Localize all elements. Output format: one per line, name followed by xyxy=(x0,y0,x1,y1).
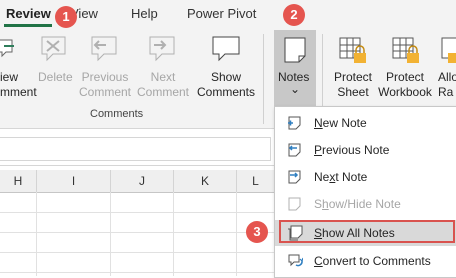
chevron-down-icon: ⌄ xyxy=(290,82,301,96)
delete-button[interactable]: Delete xyxy=(38,70,73,85)
tab-review[interactable]: Review xyxy=(6,6,51,21)
tab-power-pivot[interactable]: Power Pivot xyxy=(187,6,256,21)
previous-note-label-rest: revious Note xyxy=(322,143,390,157)
next-note-label: Next Note xyxy=(314,170,367,184)
tab-help[interactable]: Help xyxy=(131,6,158,21)
previous-comment-label-1: Previous xyxy=(81,70,129,84)
previous-comment-label-2: Comment xyxy=(78,85,131,99)
show-hide-note-label-rest: ow/Hide Note xyxy=(328,197,401,211)
gridline xyxy=(0,272,274,273)
show-hide-note-accelerator: h xyxy=(322,197,329,211)
menu-item-new-note[interactable]: New Note xyxy=(275,110,456,136)
new-note-label-rest: ew Note xyxy=(322,116,367,130)
new-comment-label-1: iew xyxy=(0,70,19,84)
next-note-icon xyxy=(288,170,301,184)
protect-workbook-button[interactable]: Protect Workbook xyxy=(376,70,434,100)
new-note-label: New Note xyxy=(314,116,367,130)
protect-workbook-label-1: Protect xyxy=(385,70,424,84)
show-comments-label-1: Show xyxy=(210,70,242,84)
allow-ranges-label-2: Ra xyxy=(438,85,454,99)
protect-sheet-label-2: Sheet xyxy=(337,85,369,99)
next-comment-button[interactable]: Next Comment xyxy=(136,70,190,100)
column-header-j[interactable]: J xyxy=(111,170,174,193)
show-hide-note-label: Show/Hide Note xyxy=(314,197,401,211)
gridline xyxy=(36,192,37,276)
gridline xyxy=(110,192,111,276)
column-header-h[interactable]: H xyxy=(0,170,37,193)
protect-sheet-icon xyxy=(339,37,366,63)
column-header-l[interactable]: L xyxy=(237,170,275,193)
convert-to-comments-accelerator: C xyxy=(314,254,323,268)
allow-edit-ranges-icon xyxy=(441,37,456,63)
next-comment-icon xyxy=(149,36,175,62)
previous-comment-button[interactable]: Previous Comment xyxy=(78,70,132,100)
previous-note-icon xyxy=(288,143,301,157)
new-comment-label-2: mment xyxy=(0,85,37,99)
show-comments-label-2: Comments xyxy=(196,85,255,99)
notes-button[interactable]: Notes ⌄ xyxy=(274,30,316,106)
show-comments-icon xyxy=(212,36,240,62)
show-hide-note-icon xyxy=(288,197,301,211)
allow-ranges-label-1: Allo xyxy=(438,70,456,84)
previous-note-accelerator: P xyxy=(314,143,323,157)
gridline xyxy=(0,212,274,213)
previous-note-label: Previous Note xyxy=(314,143,389,157)
step-badge-1: 1 xyxy=(55,6,77,28)
new-note-accelerator: N xyxy=(314,116,323,130)
active-tab-indicator xyxy=(4,24,52,27)
next-comment-label-1: Next xyxy=(150,70,176,84)
convert-to-comments-icon xyxy=(288,254,303,267)
protect-sheet-button[interactable]: Protect Sheet xyxy=(330,70,376,100)
column-header-k[interactable]: K xyxy=(174,170,237,193)
step-badge-2: 2 xyxy=(283,4,305,26)
next-note-label-rest: t Note xyxy=(335,170,368,184)
convert-to-comments-label: Convert to Comments xyxy=(314,254,431,268)
allow-edit-ranges-button[interactable]: Allo Ra xyxy=(438,70,456,100)
new-comment-icon xyxy=(0,39,14,58)
menu-item-previous-note[interactable]: Previous Note xyxy=(275,137,456,163)
previous-comment-icon xyxy=(91,36,117,62)
ribbon-group-separator xyxy=(263,34,264,124)
delete-label: Delete xyxy=(38,70,73,84)
gridline xyxy=(173,192,174,276)
show-comments-button[interactable]: Show Comments xyxy=(196,70,256,100)
note-icon xyxy=(284,37,306,63)
protect-workbook-label-2: Workbook xyxy=(378,85,432,99)
step-badge-3: 3 xyxy=(246,221,268,243)
next-note-label-pre: Ne xyxy=(314,170,330,184)
formula-input[interactable] xyxy=(0,137,271,161)
gridline xyxy=(236,192,237,276)
gridline xyxy=(0,232,274,233)
comments-group-label: Comments xyxy=(90,108,144,120)
convert-to-comments-label-rest: onvert to Comments xyxy=(322,254,431,268)
menu-item-show-hide-note[interactable]: Show/Hide Note xyxy=(275,191,456,217)
notes-dropdown-menu: New Note Previous Note Next Note Show/Hi… xyxy=(274,106,456,278)
menu-item-next-note[interactable]: Next Note xyxy=(275,164,456,190)
protect-sheet-label-1: Protect xyxy=(333,70,372,84)
highlight-box xyxy=(279,220,455,243)
protect-workbook-icon xyxy=(392,37,419,63)
menu-item-convert-to-comments[interactable]: Convert to Comments xyxy=(275,248,456,274)
show-hide-note-label-pre: S xyxy=(314,197,323,211)
new-note-icon xyxy=(288,116,301,130)
gridline xyxy=(0,252,274,253)
new-comment-button[interactable]: iew mment xyxy=(0,70,37,100)
delete-comment-icon xyxy=(41,36,66,62)
column-header-i[interactable]: I xyxy=(37,170,111,193)
next-comment-label-2: Comment xyxy=(136,85,189,99)
